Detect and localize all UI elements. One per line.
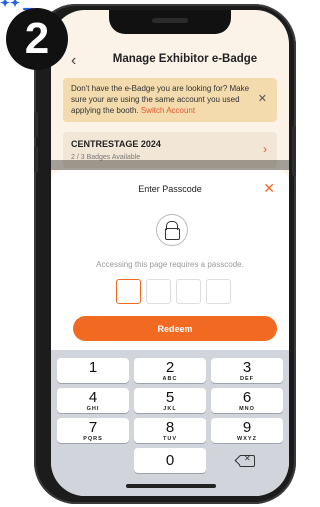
redeem-button[interactable]: Redeem (73, 316, 277, 341)
phone-side-button (34, 112, 38, 138)
passcode-message: Accessing this page requires a passcode. (96, 260, 244, 269)
key-8[interactable]: 8 TUV (134, 418, 206, 443)
key-3[interactable]: 3 DEF (211, 358, 283, 383)
key-letters: GHI (86, 406, 100, 412)
key-6[interactable]: 6 MNO (211, 388, 283, 413)
key-digit: 7 (88, 419, 98, 436)
key-digit: 3 (242, 359, 252, 376)
key-letters: DEF (240, 376, 254, 382)
passcode-digit-4[interactable] (206, 279, 231, 304)
key-digit: 0 (165, 452, 175, 469)
close-icon[interactable]: ✕ (263, 180, 275, 197)
event-name: CENTRESTAGE 2024 (71, 139, 161, 149)
key-5[interactable]: 5 JKL (134, 388, 206, 413)
key-digit: 5 (165, 389, 175, 406)
passcode-digit-3[interactable] (176, 279, 201, 304)
key-blank (57, 448, 129, 473)
key-letters: ABC (162, 376, 178, 382)
lock-body (165, 228, 180, 240)
backspace-key[interactable]: ✕ (211, 448, 283, 473)
passcode-sheet: Enter Passcode ✕ Accessing this page req… (51, 170, 289, 350)
passcode-digit-2[interactable] (146, 279, 171, 304)
key-letters: WXYZ (237, 436, 257, 442)
key-0[interactable]: 0 (134, 448, 206, 473)
key-1[interactable]: 1 (57, 358, 129, 383)
switch-account-link[interactable]: Switch Account (141, 106, 195, 115)
key-7[interactable]: 7 PQRS (57, 418, 129, 443)
phone-side-button (34, 146, 38, 172)
speaker (152, 18, 188, 23)
modal-backdrop[interactable] (51, 160, 289, 170)
key-digit: 1 (88, 359, 98, 376)
backspace-x: ✕ (244, 454, 251, 463)
key-9[interactable]: 9 WXYZ (211, 418, 283, 443)
lock-icon (156, 214, 188, 246)
key-digit: 2 (165, 359, 175, 376)
close-icon[interactable]: ✕ (258, 92, 267, 105)
notice-text: Don't have the e-Badge you are looking f… (71, 83, 253, 116)
phone-notch (109, 10, 231, 34)
phone-side-button (292, 126, 296, 176)
passcode-title: Enter Passcode (138, 184, 202, 194)
passcode-digit-1[interactable] (116, 279, 141, 304)
key-2[interactable]: 2 ABC (134, 358, 206, 383)
key-letters: JKL (163, 406, 177, 412)
home-indicator[interactable] (126, 484, 216, 488)
key-letters: PQRS (83, 436, 103, 442)
key-digit: 9 (242, 419, 252, 436)
backspace-icon: ✕ (239, 454, 255, 467)
numeric-keypad: 1 2 ABC 3 DEF 4 GHI 5 JKL 6 MNO 7 PQRS 8 TUV 9W… (51, 350, 289, 496)
key-letters: TUV (163, 436, 177, 442)
phone-screen: ‹ Manage Exhibitor e-Badge Don't have th… (51, 10, 289, 496)
passcode-boxes (116, 279, 236, 304)
key-letters: MNO (239, 406, 255, 412)
step-number-badge: 2 (6, 8, 68, 70)
page-title: Manage Exhibitor e-Badge (112, 53, 258, 65)
chevron-left-icon[interactable]: ‹ (71, 52, 76, 70)
key-digit: 6 (242, 389, 252, 406)
key-4[interactable]: 4 GHI (57, 388, 129, 413)
key-digit: 8 (165, 419, 175, 436)
key-digit: 4 (88, 389, 98, 406)
account-notice: Don't have the e-Badge you are looking f… (63, 78, 277, 122)
app-header: ‹ Manage Exhibitor e-Badge (51, 50, 289, 74)
chevron-right-icon: › (263, 142, 267, 156)
